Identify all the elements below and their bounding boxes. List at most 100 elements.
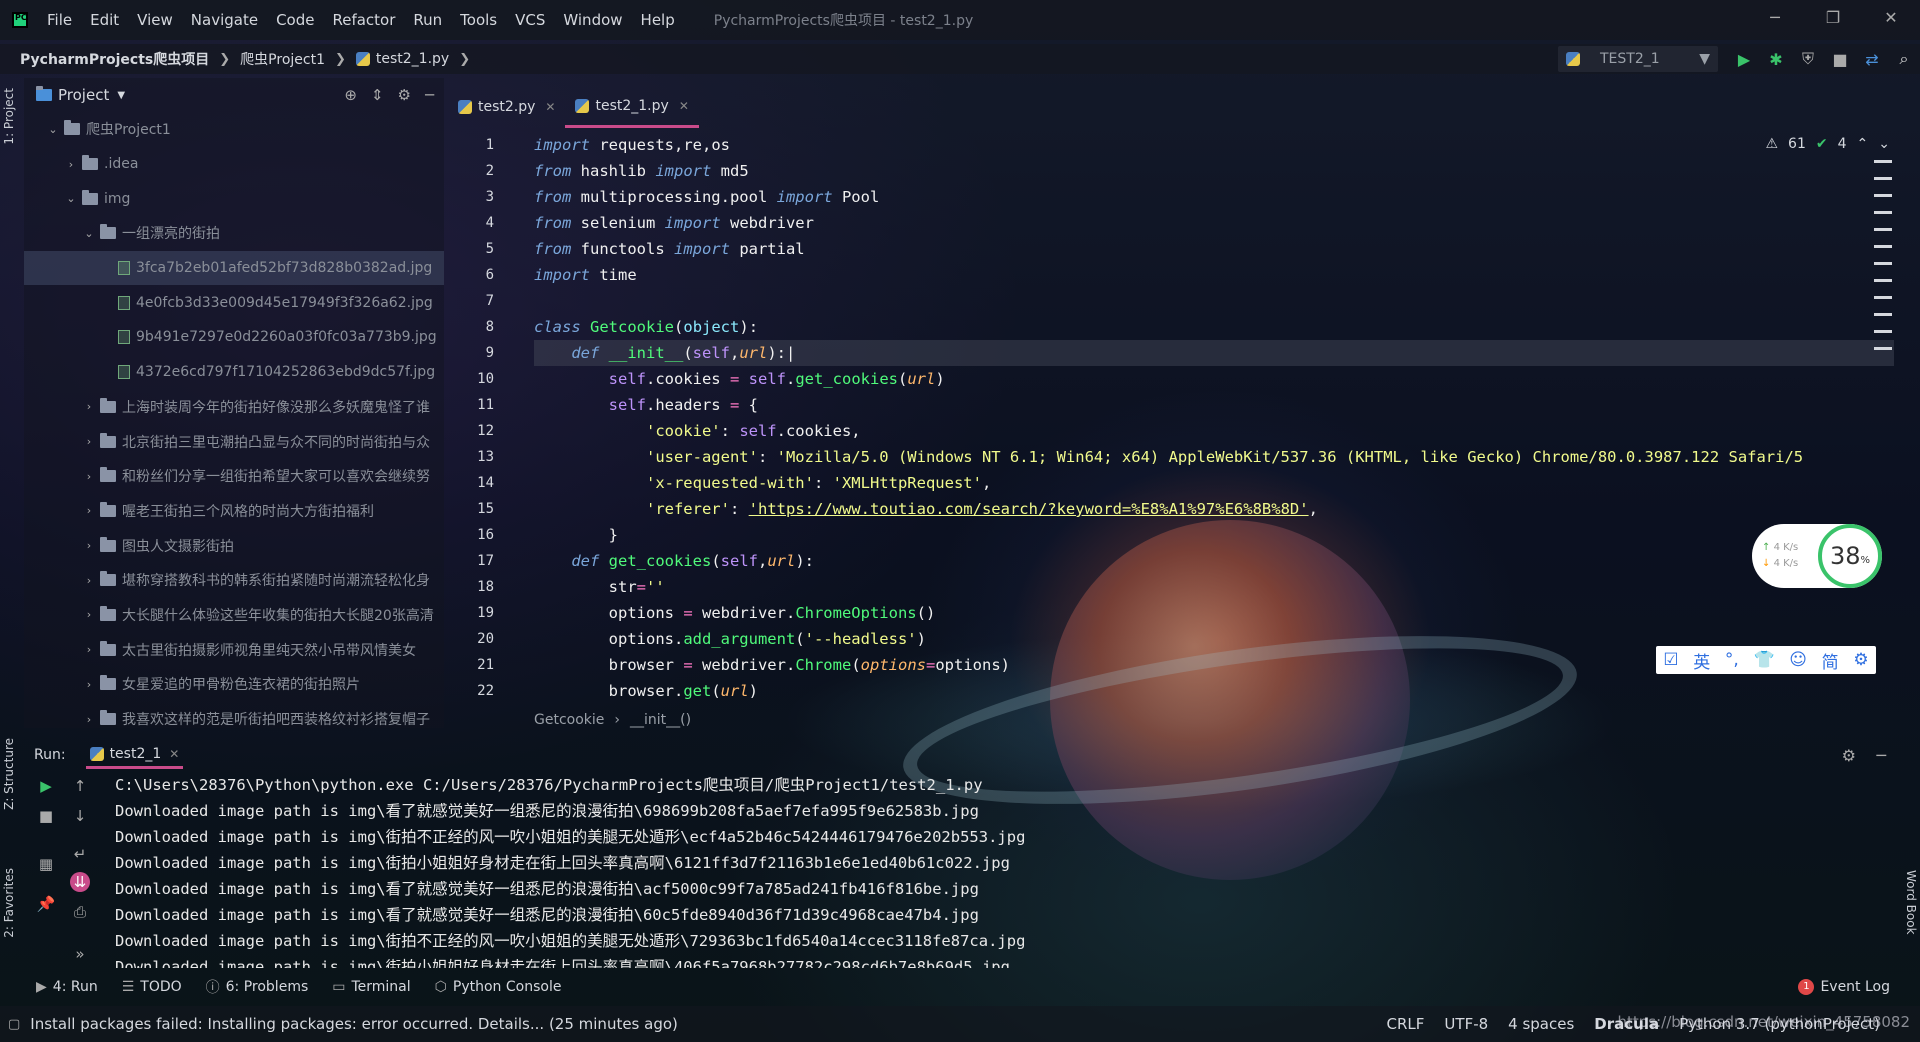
tree-folder-item[interactable]: ⌄ img [24,181,444,216]
chevron-right-icon[interactable]: › [82,470,96,483]
python-console-tool-button[interactable]: ⬡ Python Console [435,979,562,995]
chevron-right-icon[interactable]: › [82,643,96,656]
tree-folder-item[interactable]: › 北京街拍三里屯潮拍凸显与众不同的时尚街拍与众 [24,424,444,459]
file-encoding[interactable]: UTF-8 [1444,1015,1488,1033]
chevron-down-icon[interactable]: ⌄ [64,192,78,205]
tree-file-item[interactable]: 4e0fcb3d33e009d45e17949f3f326a62.jpg [24,285,444,320]
tree-file-item[interactable]: 3fca7b2eb01afed52bf73d828b0382ad.jpg [24,250,444,286]
close-icon[interactable]: ✕ [545,100,555,114]
menu-code[interactable]: Code [267,11,323,29]
tree-folder-item[interactable]: › 太古里街拍摄影师视角里纯天然小吊带风情美女 [24,632,444,667]
status-toggle-icon[interactable]: ▢ [8,1017,20,1032]
ime-punct-icon[interactable]: °, [1725,650,1739,670]
run-tool-button[interactable]: ▶ 4: Run [36,979,98,995]
event-log-button[interactable]: 1 Event Log [1798,974,1890,1000]
close-button[interactable]: ✕ [1862,0,1920,34]
run-config-select[interactable]: TEST2_1 ▼ [1558,46,1718,72]
structure-tool-tab[interactable]: Z: Structure [2,738,16,810]
soft-wrap-icon[interactable]: ↵ [70,844,90,864]
tree-folder-item[interactable]: › 上海时装周今年的街拍好像没那么多妖魔鬼怪了谁 [24,390,444,425]
ime-emoji-icon[interactable]: ☺ [1789,650,1807,670]
tab-test2-1[interactable]: test2_1.py ✕ [565,86,699,128]
close-icon[interactable]: ✕ [169,747,179,761]
code-editor[interactable]: import requests,re,os from hashlib impor… [534,132,1894,700]
translate-icon[interactable]: ⇄ [1856,44,1888,74]
breadcrumb-class[interactable]: Getcookie [534,712,604,728]
crumb-file[interactable]: test2_1.py [376,51,449,67]
tree-folder-item[interactable]: › 大长腿什么体验这些年收集的街拍大长腿20张高清 [24,598,444,633]
rerun-icon[interactable]: ▶ [36,776,56,796]
tree-folder-item[interactable]: › 女星爱追的甲骨粉色连衣裙的街拍照片 [24,667,444,702]
ime-simplified-toggle[interactable]: 简 [1822,648,1839,673]
project-title[interactable]: Project [58,86,109,104]
menu-run[interactable]: Run [404,11,451,29]
crumb-project[interactable]: PycharmProjects爬虫项目 [20,49,209,69]
menu-window[interactable]: Window [554,11,631,29]
restore-button[interactable]: ❐ [1804,0,1862,34]
menu-edit[interactable]: Edit [81,11,128,29]
problems-tool-button[interactable]: ⓘ 6: Problems [206,977,309,997]
close-icon[interactable]: ✕ [679,99,689,113]
net-speed-widget[interactable]: ↑ 4 K/s ↓ 4 K/s 38% [1752,524,1882,588]
stop-icon[interactable]: ■ [36,806,56,826]
chevron-right-icon[interactable]: › [82,539,96,552]
line-separator[interactable]: CRLF [1387,1015,1425,1033]
project-tool-tab[interactable]: 1: Project [2,88,16,145]
tree-folder-item[interactable]: ⌄ 爬虫Project1 [24,112,444,147]
debug-icon[interactable]: ✱ [1760,44,1792,74]
chevron-right-icon[interactable]: › [82,400,96,413]
layout-icon[interactable]: ▦ [36,854,56,874]
chevron-right-icon[interactable]: › [82,678,96,691]
favorites-tool-tab[interactable]: 2: Favorites [2,868,16,938]
tree-folder-item[interactable]: › 堪称穿搭教科书的韩系街拍紧随时尚潮流轻松化身 [24,563,444,598]
menu-tools[interactable]: Tools [451,11,506,29]
gear-icon[interactable]: ⚙ [1853,650,1868,670]
tree-folder-item[interactable]: › 我喜欢这样的范是听街拍吧西装格纹衬衫搭复帽子 [24,702,444,737]
coverage-icon[interactable]: ⛨ [1792,44,1824,74]
terminal-tool-button[interactable]: ▭ Terminal [332,979,410,995]
arrow-down-icon[interactable]: ↓ [70,806,90,826]
tree-file-item[interactable]: 9b491e7297e0d2260a03f0fc03a773b9.jpg [24,320,444,355]
ime-lang-toggle[interactable]: 英 [1693,648,1710,673]
menu-refactor[interactable]: Refactor [323,11,404,29]
wordbook-tool-tab[interactable]: Word Book [1904,870,1918,935]
tree-folder-item[interactable]: ⌄ 一组漂亮的街拍 [24,216,444,251]
pin-icon[interactable]: 📌 [36,894,56,914]
chevron-right-icon[interactable]: › [82,435,96,448]
collapse-icon[interactable]: ⇕ [371,86,384,104]
menu-file[interactable]: File [38,11,81,29]
more-icon[interactable]: » [70,944,90,964]
hide-icon[interactable]: ─ [425,86,434,104]
scroll-to-end-icon[interactable]: ⇊ [70,872,90,892]
arrow-up-icon[interactable]: ↑ [70,776,90,796]
tree-folder-item[interactable]: › 图虫人文摄影街拍 [24,528,444,563]
chevron-down-icon[interactable]: ⌄ [46,123,60,136]
tree-file-item[interactable]: 4372e6cd797f17104252863ebd9dc57f.jpg [24,355,444,390]
breadcrumb-method[interactable]: __init__() [630,712,691,728]
run-icon[interactable]: ▶ [1728,44,1760,74]
ime-skin-icon[interactable]: 👕 [1753,650,1774,670]
chevron-right-icon[interactable]: › [82,574,96,587]
menu-view[interactable]: View [128,11,182,29]
crumb-folder[interactable]: 爬虫Project1 [240,49,325,69]
ime-select-icon[interactable]: ☑ [1663,650,1678,670]
search-icon[interactable]: ⌕ [1888,44,1920,74]
menu-vcs[interactable]: VCS [506,11,554,29]
tree-folder-item[interactable]: › 喔老王街拍三个风格的时尚大方街拍福利 [24,494,444,529]
gear-icon[interactable]: ⚙ [398,86,411,104]
chevron-down-icon[interactable]: ▼ [117,90,125,101]
locate-icon[interactable]: ⊕ [344,86,357,104]
indent-setting[interactable]: 4 spaces [1508,1015,1574,1033]
chevron-right-icon[interactable]: › [82,713,96,726]
status-message[interactable]: Install packages failed: Installing pack… [30,1015,678,1033]
run-tab[interactable]: test2_1 ✕ [85,742,184,769]
menu-navigate[interactable]: Navigate [182,11,267,29]
chevron-right-icon[interactable]: › [82,608,96,621]
gear-icon[interactable]: ⚙ [1842,746,1856,765]
menu-help[interactable]: Help [632,11,684,29]
tree-folder-item[interactable]: › .idea [24,147,444,182]
chevron-right-icon[interactable]: › [64,158,78,171]
run-console[interactable]: C:\Users\28376\Python\python.exe C:/User… [115,772,1875,968]
chevron-right-icon[interactable]: › [82,504,96,517]
hide-icon[interactable]: ─ [1876,746,1886,765]
